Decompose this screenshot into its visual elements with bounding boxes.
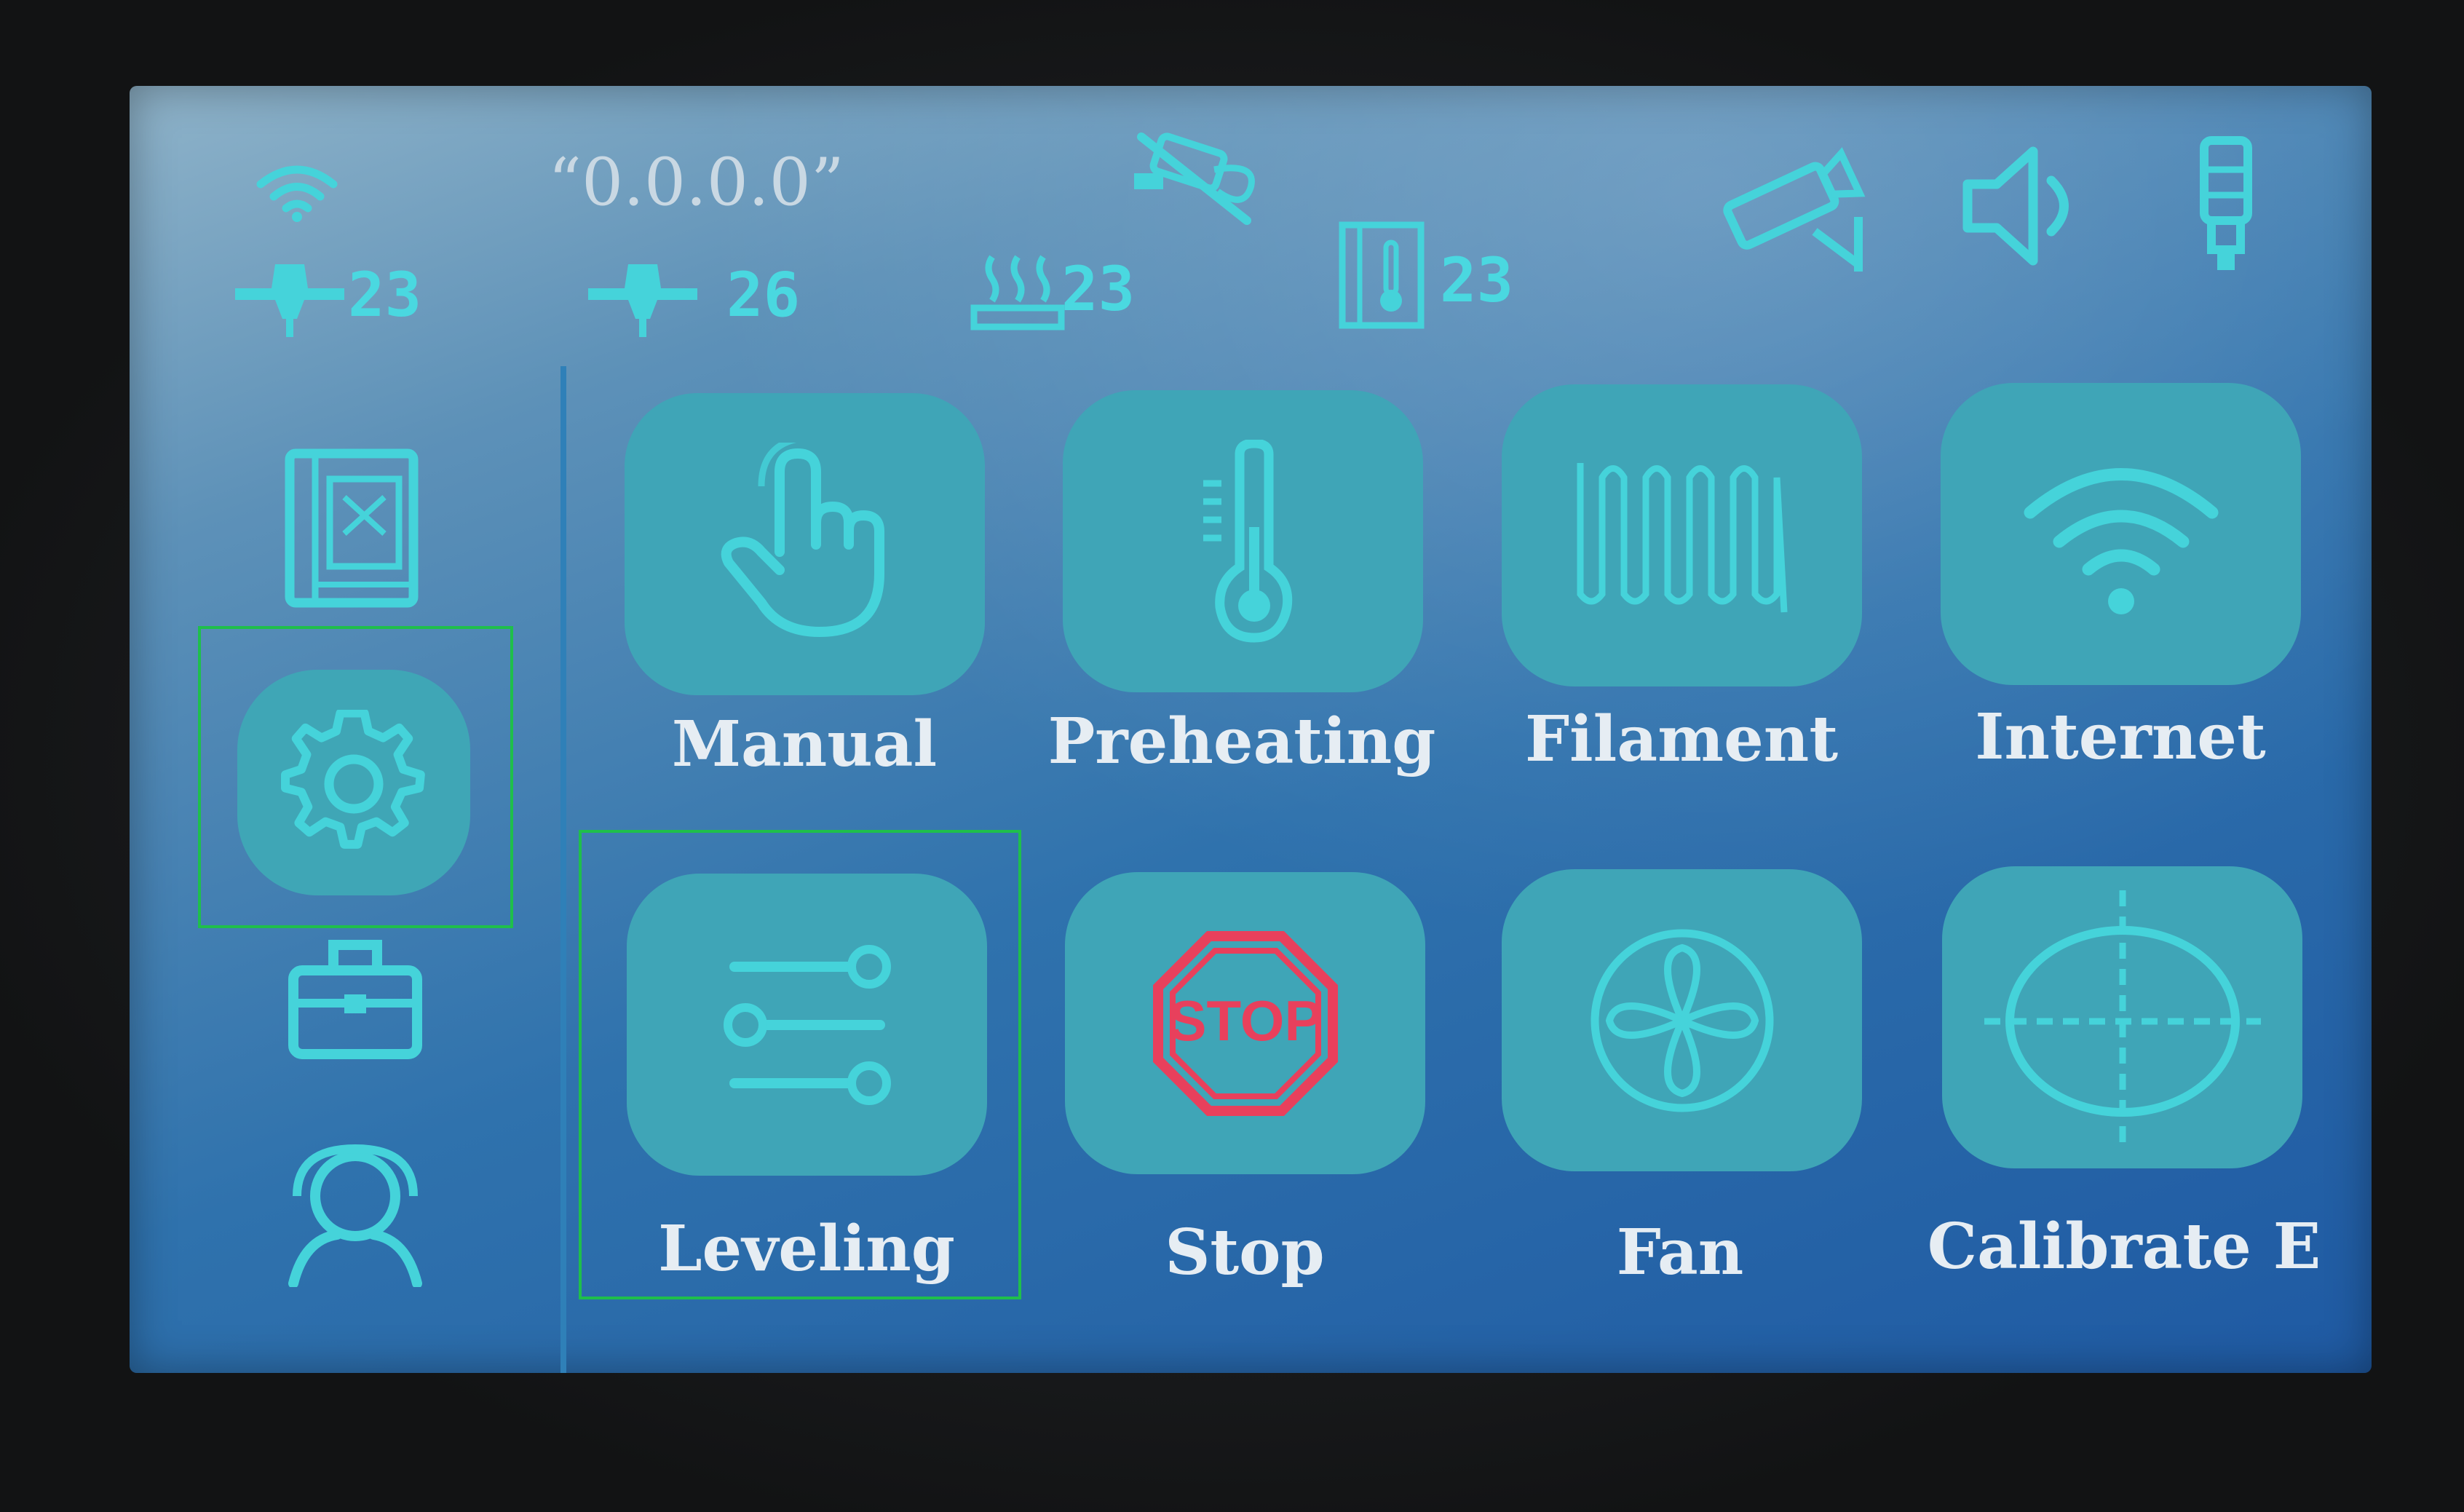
tile-label-calibrate-e: Calibrate E — [1927, 1210, 2321, 1283]
camera-off-icon[interactable] — [1127, 130, 1272, 231]
stop-sign-icon: STOP — [1152, 930, 1338, 1116]
tile-label-preheating: Preheating — [1047, 705, 1436, 778]
hand-pointer-icon — [721, 442, 884, 637]
chamber-icon — [1338, 221, 1425, 330]
toolbox-icon — [288, 940, 422, 1059]
svg-text:STOP: STOP — [1168, 989, 1322, 1053]
tile-filament[interactable] — [1502, 384, 1862, 686]
tile-label-internet: Internet — [1975, 700, 2266, 774]
wifi-status-icon — [253, 159, 341, 224]
light-bulb-icon[interactable] — [2190, 133, 2262, 279]
sidebar-selection-frame — [198, 626, 513, 928]
tile-manual[interactable] — [625, 393, 985, 695]
tile-selection-frame — [579, 830, 1021, 1299]
wifi-icon — [2024, 467, 2218, 614]
tile-internet[interactable] — [1941, 383, 2301, 685]
nozzle2-icon — [588, 261, 697, 341]
printer-icon — [285, 448, 419, 608]
speaker-icon[interactable] — [1957, 140, 2095, 272]
tile-preheating[interactable] — [1063, 390, 1423, 692]
chamber-temp: 23 — [1440, 245, 1514, 316]
tile-stop[interactable]: STOP — [1065, 872, 1425, 1174]
sidebar-divider — [560, 366, 566, 1373]
heated-bed-icon — [970, 246, 1065, 333]
bed-temp: 23 — [1061, 253, 1136, 325]
tile-label-filament: Filament — [1524, 702, 1839, 776]
nozzle1-temp: 23 — [348, 259, 422, 330]
nozzle1-icon — [235, 261, 344, 341]
support-headset-icon — [288, 1144, 422, 1287]
tile-label-fan: Fan — [1616, 1216, 1744, 1289]
tile-fan[interactable] — [1502, 869, 1862, 1171]
sidebar-item-printer[interactable] — [275, 439, 428, 621]
sidebar-item-tools[interactable] — [282, 923, 428, 1069]
thermometer-icon — [1203, 439, 1292, 643]
touch-screen: “0.0.0.0” 23 26 23 23 Manual Preheating … — [130, 86, 2372, 1373]
tile-label-manual: Manual — [671, 708, 938, 781]
crosshair-icon — [1984, 890, 2261, 1152]
fan-icon — [1590, 929, 1773, 1112]
ip-address: “0.0.0.0” — [548, 144, 844, 221]
tile-label-stop: Stop — [1165, 1216, 1325, 1289]
coil-icon — [1577, 462, 1787, 612]
tile-calibrate-e[interactable] — [1942, 866, 2302, 1168]
nozzle2-temp: 26 — [726, 259, 801, 330]
sidebar-item-support[interactable] — [275, 1134, 435, 1294]
camera-icon[interactable] — [1709, 137, 1869, 275]
